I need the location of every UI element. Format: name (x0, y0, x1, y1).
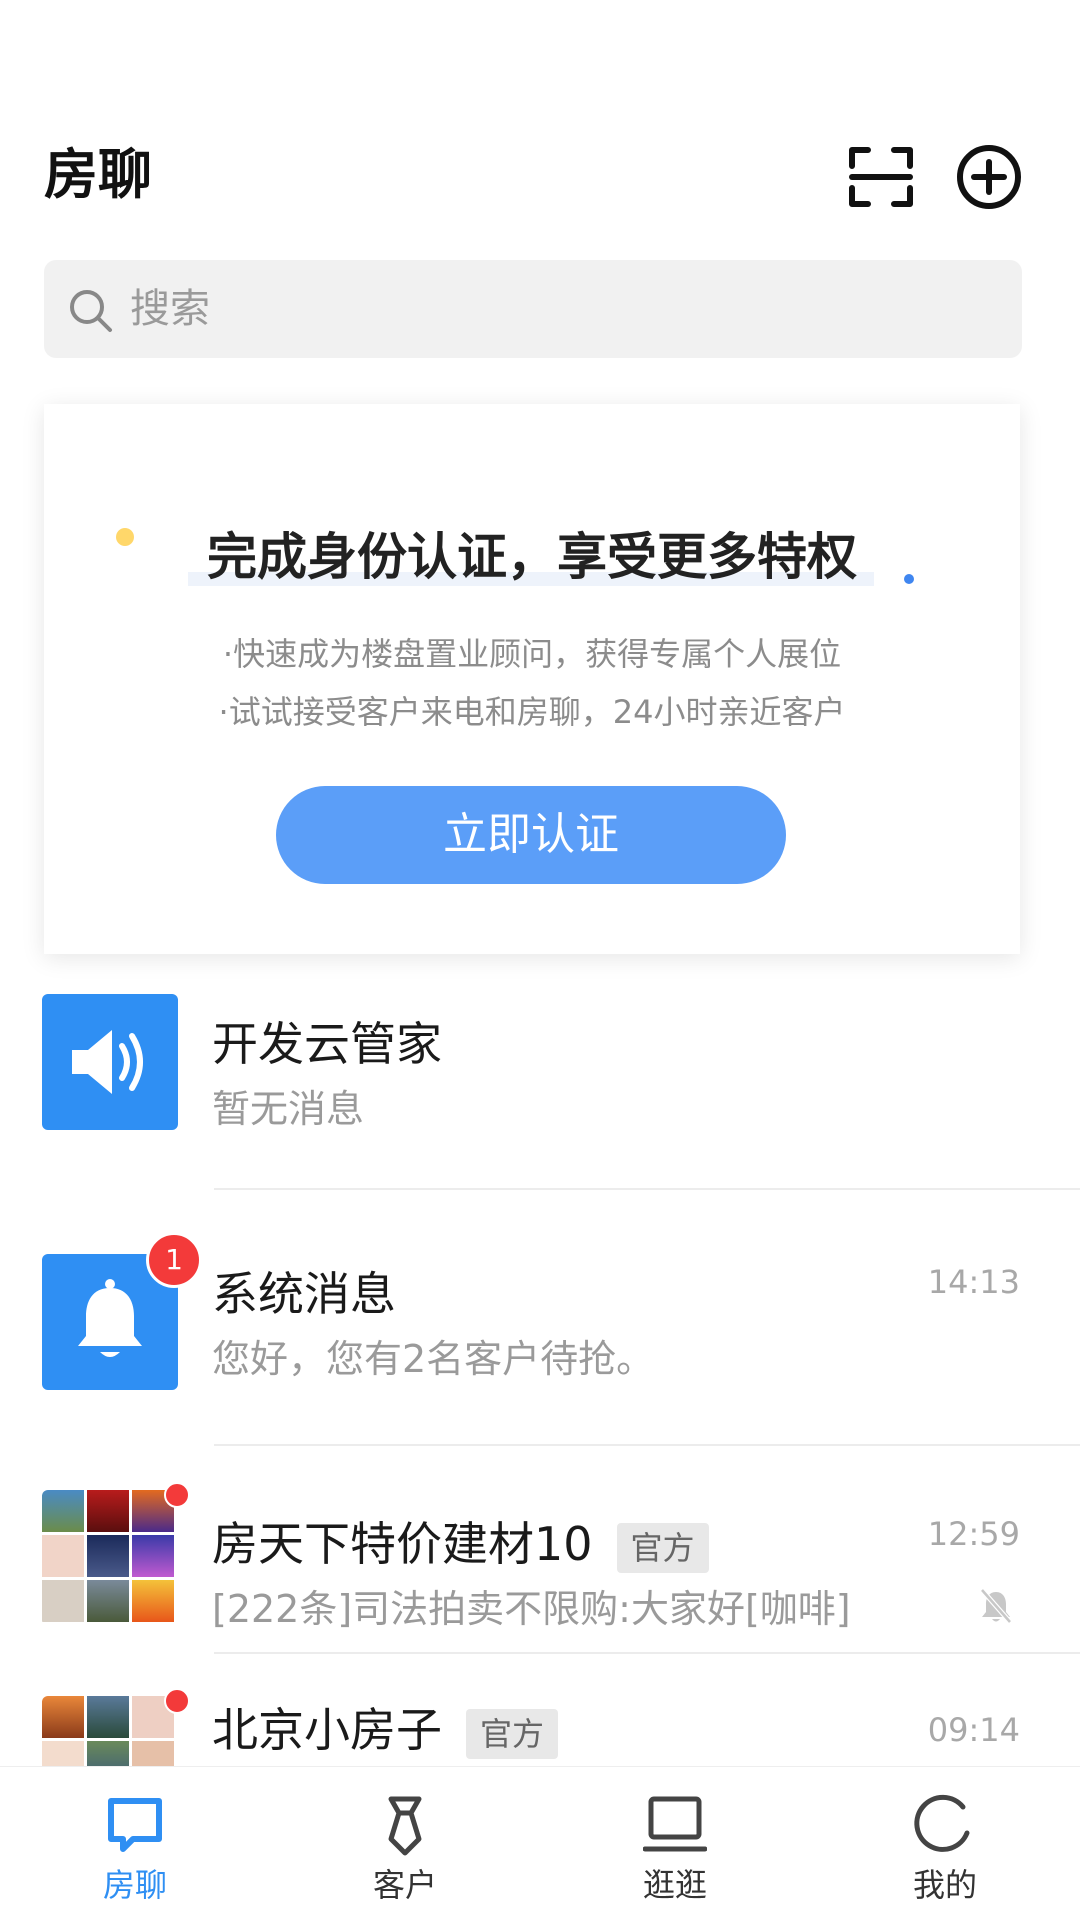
conversation-preview: 暂无消息 (212, 1087, 365, 1131)
verify-line-2: ·试试接受客户来电和房聊，24小时亲近客户 (218, 693, 846, 731)
decor-dot-blue (904, 574, 914, 584)
plus-circle-icon[interactable] (954, 142, 1024, 212)
conversation-row[interactable]: 开发云管家 暂无消息 (0, 990, 1080, 1166)
divider (214, 1652, 1080, 1654)
conversation-title: 房天下特价建材10 (212, 1517, 593, 1571)
unread-dot (164, 1482, 190, 1508)
search-icon (70, 290, 112, 332)
tab-label: 客户 (372, 1866, 437, 1904)
conversation-preview: [222条]司法拍卖不限购:大家好[咖啡] (212, 1587, 851, 1631)
conversation-title: 系统消息 (212, 1267, 396, 1321)
conversation-title: 北京小房子 (212, 1703, 442, 1757)
tab-label: 逛逛 (642, 1866, 707, 1904)
tab-me[interactable]: 我的 (810, 1767, 1080, 1921)
official-tag: 官方 (466, 1708, 559, 1759)
conversation-time: 12:59 (927, 1515, 1020, 1553)
speaker-icon (72, 1030, 143, 1094)
divider (214, 1188, 1080, 1190)
tab-chat[interactable]: 房聊 (0, 1767, 270, 1921)
conversation-title-wrap: 北京小房子 官方 (212, 1700, 559, 1760)
avatar (42, 994, 178, 1130)
page-title: 房聊 (44, 143, 152, 206)
conversation-time: 09:14 (927, 1711, 1020, 1749)
divider (214, 1444, 1080, 1446)
group-avatar-grid (42, 1696, 178, 1766)
tie-icon (388, 1796, 422, 1856)
conversation-row[interactable]: 1 系统消息 14:13 您好，您有2名客户待抢。 (0, 1232, 1080, 1410)
group-avatar (42, 1490, 178, 1626)
conversation-preview: 您好，您有2名客户待抢。 (212, 1337, 655, 1381)
tab-customers[interactable]: 客户 (270, 1767, 540, 1921)
chat-bubble-icon (108, 1798, 162, 1852)
conversation-row[interactable]: 房天下特价建材10 官方 12:59 [222条]司法拍卖不限购:大家好[咖啡] (0, 1474, 1080, 1650)
conversation-title-wrap: 房天下特价建材10 官方 (212, 1514, 709, 1574)
verify-line-1: ·快速成为楼盘置业顾问，获得专属个人展位 (222, 635, 842, 673)
tab-label: 房聊 (102, 1866, 167, 1904)
search-input[interactable]: 搜索 (44, 260, 1022, 358)
laptop-icon (643, 1796, 707, 1852)
verify-button[interactable]: 立即认证 (276, 786, 786, 884)
conversation-time: 14:13 (927, 1263, 1020, 1301)
verify-title: 完成身份认证，享受更多特权 (207, 528, 857, 586)
conversation-row[interactable]: 北京小房子 官方 09:14 (0, 1680, 1080, 1766)
conversation-title: 开发云管家 (212, 1017, 442, 1071)
group-avatar (42, 1696, 178, 1766)
unread-badge: 1 (146, 1232, 202, 1288)
unread-dot (164, 1688, 190, 1714)
tab-browse[interactable]: 逛逛 (540, 1767, 810, 1921)
tab-bar: 房聊 客户 逛逛 我的 (0, 1766, 1080, 1921)
header: 房聊 (0, 0, 1080, 240)
verify-card: 完成身份认证，享受更多特权 ·快速成为楼盘置业顾问，获得专属个人展位 ·试试接受… (44, 404, 1020, 954)
mute-icon (980, 1588, 1012, 1624)
official-tag: 官方 (616, 1522, 709, 1573)
profile-circle-icon (914, 1794, 970, 1852)
search-placeholder: 搜索 (130, 286, 210, 332)
tab-label: 我的 (912, 1866, 977, 1904)
scan-icon[interactable] (846, 142, 916, 212)
group-avatar-grid (42, 1490, 178, 1626)
